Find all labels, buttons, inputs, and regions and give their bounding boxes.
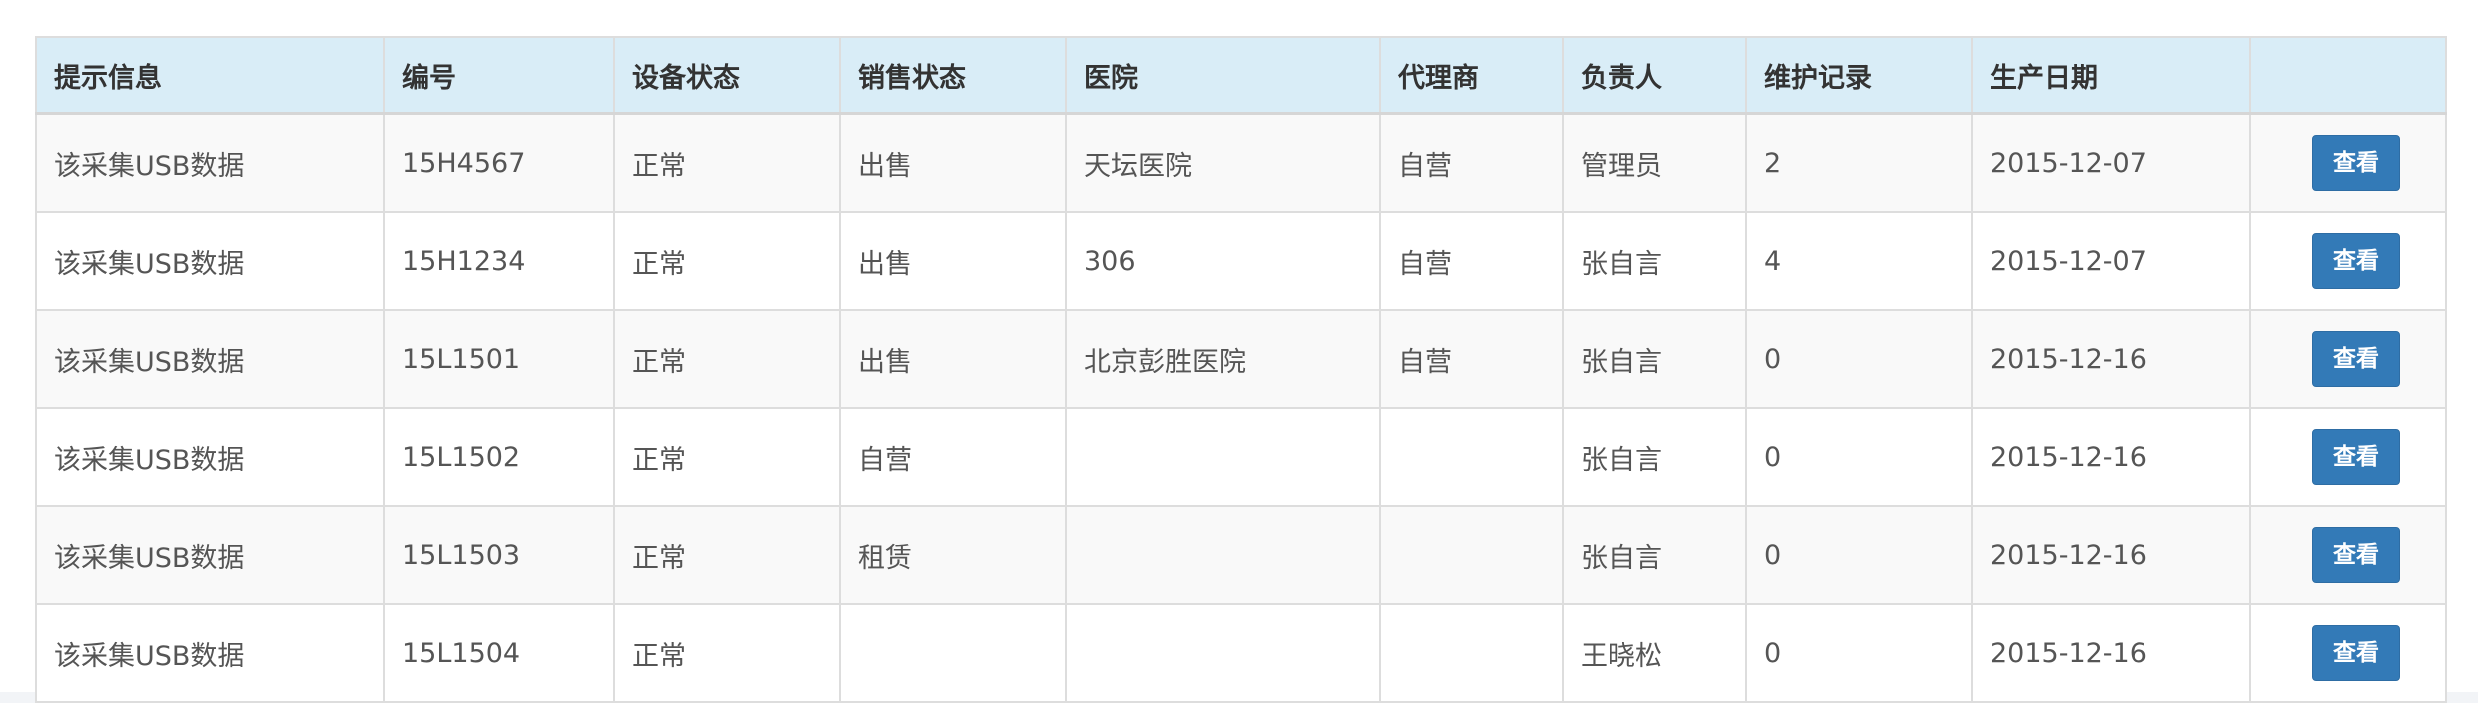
cell-sale-status: 出售 (839, 211, 1067, 311)
cell-hospital (1065, 407, 1381, 507)
cell-action: 查看 (2249, 505, 2447, 605)
view-button[interactable]: 查看 (2312, 135, 2400, 191)
header-production-date: 生产日期 (1971, 36, 2251, 115)
cell-production-date: 2015-12-16 (1971, 407, 2251, 507)
cell-production-date: 2015-12-16 (1971, 505, 2251, 605)
cell-maintenance: 2 (1745, 112, 1973, 213)
cell-owner: 管理员 (1562, 112, 1747, 213)
header-sale-status: 销售状态 (839, 36, 1067, 115)
cell-action: 查看 (2249, 112, 2447, 213)
view-button[interactable]: 查看 (2312, 527, 2400, 583)
header-owner: 负责人 (1562, 36, 1747, 115)
cell-maintenance: 4 (1745, 211, 1973, 311)
cell-owner: 张自言 (1562, 309, 1747, 409)
cell-agent (1379, 407, 1564, 507)
cell-code: 15H1234 (383, 211, 615, 311)
cell-device-status: 正常 (613, 309, 841, 409)
cell-owner: 张自言 (1562, 505, 1747, 605)
cell-device-status: 正常 (613, 211, 841, 311)
cell-production-date: 2015-12-07 (1971, 112, 2251, 213)
header-code: 编号 (383, 36, 615, 115)
cell-sale-status (839, 603, 1067, 703)
table-header-row: 提示信息 编号 设备状态 销售状态 医院 代理商 负责人 维护记录 生产日期 (35, 36, 2447, 115)
cell-sale-status: 租赁 (839, 505, 1067, 605)
table-row: 该采集USB数据 15H4567 正常 出售 天坛医院 自营 管理员 2 201… (35, 112, 2447, 213)
cell-owner: 张自言 (1562, 211, 1747, 311)
cell-code: 15L1504 (383, 603, 615, 703)
cell-hospital: 天坛医院 (1065, 112, 1381, 213)
cell-hospital: 北京彭胜医院 (1065, 309, 1381, 409)
view-button[interactable]: 查看 (2312, 625, 2400, 681)
cell-hint: 该采集USB数据 (35, 407, 385, 507)
header-hint: 提示信息 (35, 36, 385, 115)
table-row: 该采集USB数据 15L1501 正常 出售 北京彭胜医院 自营 张自言 0 2… (35, 309, 2447, 409)
header-device-status: 设备状态 (613, 36, 841, 115)
cell-owner: 张自言 (1562, 407, 1747, 507)
table-row: 该采集USB数据 15L1504 正常 王晓松 0 2015-12-16 查看 (35, 603, 2447, 703)
cell-device-status: 正常 (613, 407, 841, 507)
cell-device-status: 正常 (613, 505, 841, 605)
cell-hint: 该采集USB数据 (35, 211, 385, 311)
header-maintenance: 维护记录 (1745, 36, 1973, 115)
cell-maintenance: 0 (1745, 309, 1973, 409)
device-table: 提示信息 编号 设备状态 销售状态 医院 代理商 负责人 维护记录 生产日期 该… (35, 36, 2447, 703)
table-row: 该采集USB数据 15L1502 正常 自营 张自言 0 2015-12-16 … (35, 407, 2447, 507)
cell-sale-status: 出售 (839, 112, 1067, 213)
cell-production-date: 2015-12-16 (1971, 309, 2251, 409)
view-button[interactable]: 查看 (2312, 429, 2400, 485)
cell-action: 查看 (2249, 407, 2447, 507)
cell-production-date: 2015-12-16 (1971, 603, 2251, 703)
cell-hint: 该采集USB数据 (35, 309, 385, 409)
cell-agent: 自营 (1379, 211, 1564, 311)
cell-owner: 王晓松 (1562, 603, 1747, 703)
cell-code: 15L1501 (383, 309, 615, 409)
cell-action: 查看 (2249, 603, 2447, 703)
cell-code: 15H4567 (383, 112, 615, 213)
cell-hospital: 306 (1065, 211, 1381, 311)
view-button[interactable]: 查看 (2312, 233, 2400, 289)
cell-device-status: 正常 (613, 603, 841, 703)
cell-maintenance: 0 (1745, 407, 1973, 507)
cell-hint: 该采集USB数据 (35, 603, 385, 703)
cell-action: 查看 (2249, 211, 2447, 311)
cell-agent (1379, 505, 1564, 605)
header-action (2249, 36, 2447, 115)
header-agent: 代理商 (1379, 36, 1564, 115)
cell-hint: 该采集USB数据 (35, 112, 385, 213)
cell-agent (1379, 603, 1564, 703)
cell-hospital (1065, 603, 1381, 703)
cell-production-date: 2015-12-07 (1971, 211, 2251, 311)
cell-code: 15L1503 (383, 505, 615, 605)
cell-agent: 自营 (1379, 112, 1564, 213)
table-row: 该采集USB数据 15H1234 正常 出售 306 自营 张自言 4 2015… (35, 211, 2447, 311)
cell-sale-status: 自营 (839, 407, 1067, 507)
cell-hospital (1065, 505, 1381, 605)
cell-hint: 该采集USB数据 (35, 505, 385, 605)
cell-sale-status: 出售 (839, 309, 1067, 409)
cell-code: 15L1502 (383, 407, 615, 507)
header-hospital: 医院 (1065, 36, 1381, 115)
table-row: 该采集USB数据 15L1503 正常 租赁 张自言 0 2015-12-16 … (35, 505, 2447, 605)
cell-device-status: 正常 (613, 112, 841, 213)
view-button[interactable]: 查看 (2312, 331, 2400, 387)
cell-maintenance: 0 (1745, 603, 1973, 703)
content-panel: 提示信息 编号 设备状态 销售状态 医院 代理商 负责人 维护记录 生产日期 该… (0, 0, 2478, 703)
cell-agent: 自营 (1379, 309, 1564, 409)
cell-maintenance: 0 (1745, 505, 1973, 605)
cell-action: 查看 (2249, 309, 2447, 409)
